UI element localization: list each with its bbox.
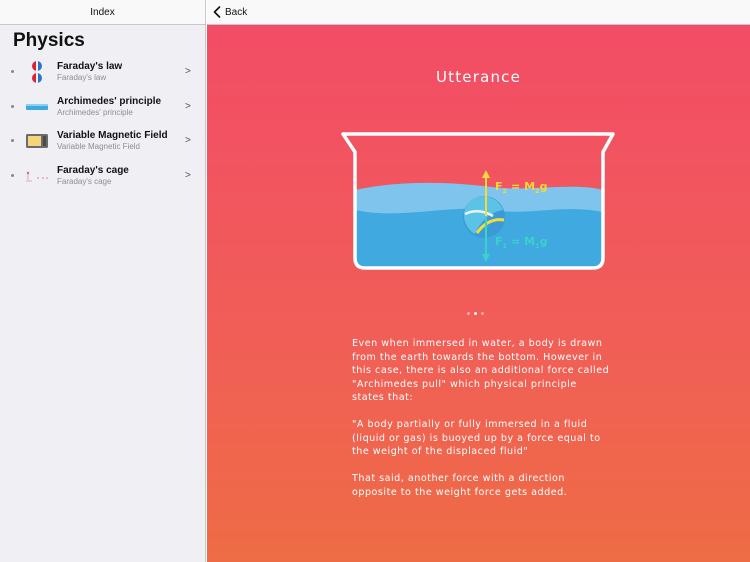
bullet-icon	[11, 139, 14, 142]
page-dot[interactable]	[467, 312, 470, 315]
lesson-content[interactable]: Utterance F2 = M2g F1 = M1g Even when im…	[207, 25, 750, 562]
arrow-up-icon	[482, 170, 490, 178]
list-item-faradays-law[interactable]: Faraday's law Faraday's law >	[0, 55, 205, 90]
list-item-title: Faraday's law	[57, 61, 123, 72]
paragraph: "A body partially or fully immersed in a…	[352, 419, 601, 457]
microwave-icon	[26, 134, 48, 148]
bullet-icon	[11, 173, 14, 177]
list-item-title: Archimedes' principle	[57, 95, 162, 107]
page-dot-active[interactable]	[474, 312, 477, 315]
force-up-label: F2 = M2g	[495, 180, 547, 195]
bullet-icon	[11, 104, 14, 108]
chevron-right-icon: >	[185, 169, 191, 181]
magnets-icon	[32, 61, 42, 83]
bullet-icon	[11, 70, 14, 73]
chevron-left-icon	[213, 6, 221, 18]
page-dot[interactable]	[481, 312, 484, 315]
main-nav-bar: Back	[207, 0, 750, 25]
list-item-subtitle: Faraday's cage	[57, 176, 112, 186]
list-item-archimedes-principle[interactable]: Archimedes' principle Archimedes' princi…	[0, 90, 205, 125]
list-item-variable-magnetic-field[interactable]: Variable Magnetic Field Variable Magneti…	[0, 124, 205, 159]
chevron-right-icon: >	[185, 66, 191, 77]
topic-list: Faraday's law Faraday's law > Archimedes…	[0, 55, 205, 193]
list-item-title: Variable Magnetic Field	[57, 130, 168, 141]
sidebar-nav-bar: Index	[0, 0, 205, 25]
cage-icon	[26, 171, 48, 181]
water-tank-icon	[26, 103, 48, 110]
back-button[interactable]: Back	[213, 6, 247, 18]
ball-icon	[463, 196, 505, 238]
list-item-faradays-cage[interactable]: Faraday's cage Faraday's cage >	[0, 159, 205, 194]
section-title: Physics	[13, 30, 85, 51]
beaker-diagram: F2 = M2g F1 = M1g	[341, 132, 615, 270]
lesson-heading: Utterance	[435, 68, 522, 86]
chevron-right-icon: >	[185, 100, 191, 112]
paragraph: Even when immersed in water, a body is d…	[352, 338, 610, 403]
sidebar-nav-title: Index	[90, 6, 115, 18]
list-item-title: Faraday's cage	[57, 164, 129, 176]
chevron-right-icon: >	[185, 135, 191, 146]
lesson-body: Even when immersed in water, a body is d…	[352, 337, 612, 513]
list-item-subtitle: Variable Magnetic Field	[57, 142, 141, 151]
main-pane: Back Utterance F2 = M2g F1 = M1g Even wh…	[207, 0, 750, 562]
list-item-subtitle: Faraday's law	[57, 73, 107, 82]
sidebar: Index Physics Faraday's law Faraday's la…	[0, 0, 206, 562]
paragraph: That said, another force with a directio…	[352, 473, 568, 498]
back-label: Back	[225, 6, 248, 18]
page-indicator[interactable]	[467, 312, 484, 315]
list-item-subtitle: Archimedes' principle	[57, 107, 133, 117]
